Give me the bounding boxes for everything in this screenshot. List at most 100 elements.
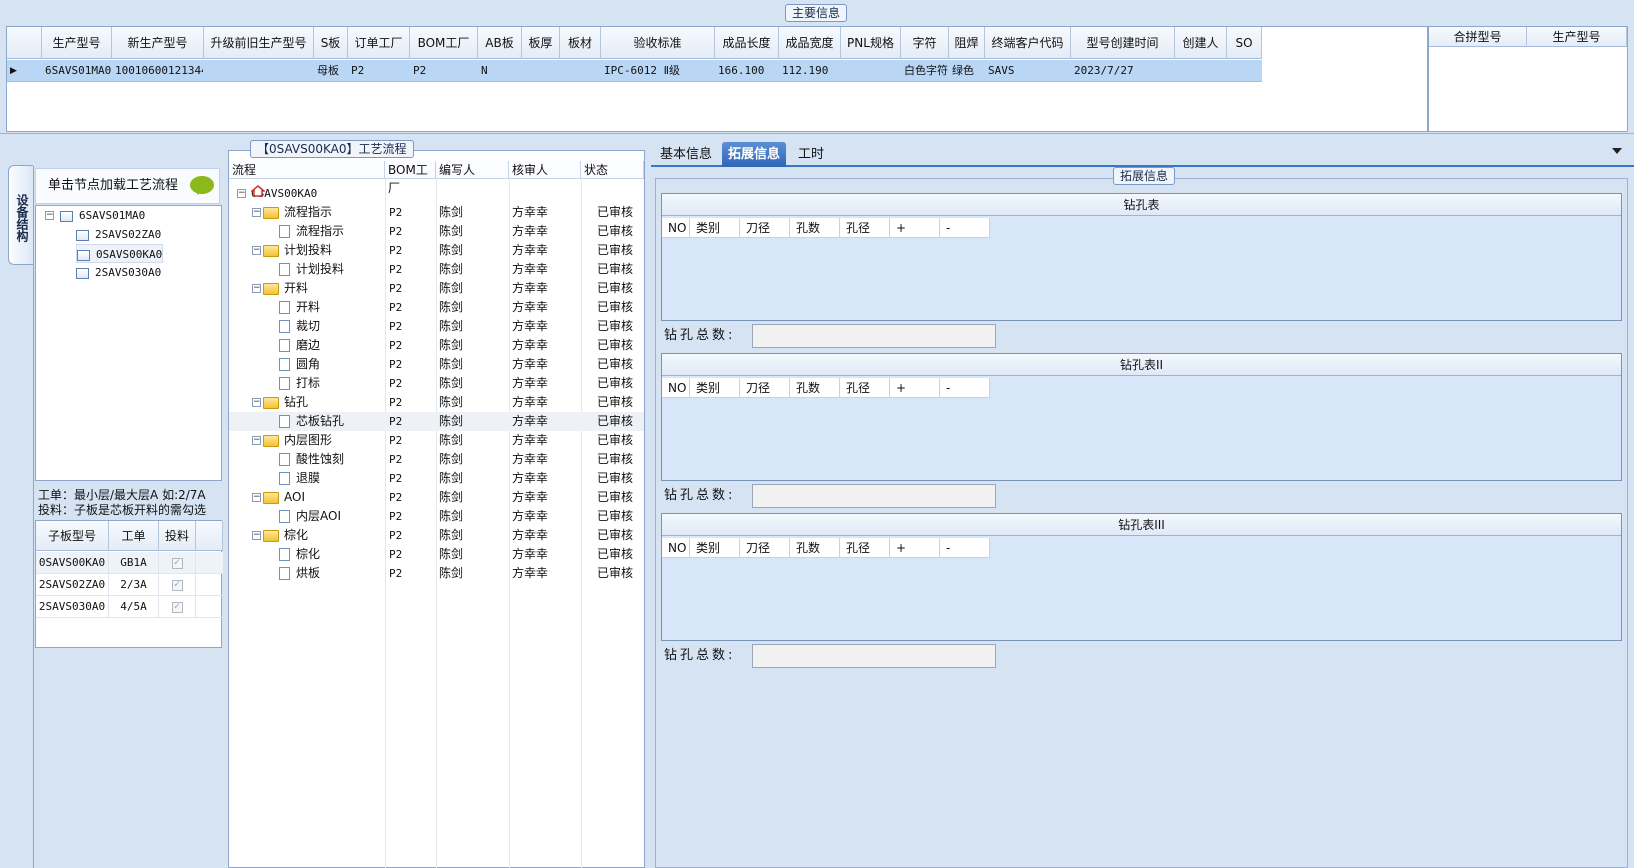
column-header[interactable]: 孔数: [790, 378, 840, 398]
grid-cell[interactable]: 112.190: [779, 60, 841, 82]
column-header[interactable]: 类别: [690, 538, 740, 558]
collapse-icon[interactable]: −: [237, 189, 246, 198]
column-header[interactable]: 孔数: [790, 218, 840, 238]
column-header[interactable]: 验收标准: [601, 27, 715, 59]
process-step-row[interactable]: 酸性蚀刻 P2 陈剑 方幸幸 已审核: [229, 450, 644, 469]
column-header[interactable]: BOM工厂: [385, 161, 436, 195]
column-header[interactable]: 订单工厂: [348, 27, 410, 59]
column-header[interactable]: NO: [662, 538, 690, 558]
collapse-icon[interactable]: −: [252, 493, 261, 502]
column-header[interactable]: 状态: [581, 161, 644, 179]
collapse-icon[interactable]: −: [252, 398, 261, 407]
sub-board-grid[interactable]: 子板型号 工单 投料 0SAVS00KA0 GB1A ✓ 2SAVS02ZA0 2/3A ✓ 2S…: [35, 520, 223, 648]
column-header[interactable]: 孔数: [790, 538, 840, 558]
column-header[interactable]: 孔径: [840, 378, 890, 398]
process-group-row[interactable]: − 棕化 P2 陈剑 方幸幸 已审核: [229, 526, 644, 545]
grid-cell[interactable]: [560, 60, 601, 82]
grid-cell[interactable]: 2023/7/27: [1071, 60, 1175, 82]
order-cell[interactable]: 4/5A: [109, 596, 159, 618]
process-step-row[interactable]: 打标 P2 陈剑 方幸幸 已审核: [229, 374, 644, 393]
sub-model-cell[interactable]: 0SAVS00KA0: [36, 552, 109, 574]
process-group-row[interactable]: − 流程指示 P2 陈剑 方幸幸 已审核: [229, 203, 644, 222]
process-group-row[interactable]: − 计划投料 P2 陈剑 方幸幸 已审核: [229, 241, 644, 260]
structure-tree[interactable]: − 6SAVS01MA0 2SAVS02ZA0 0SAVS00KA0 2SAVS030A…: [35, 205, 222, 481]
column-header[interactable]: 字符: [901, 27, 949, 59]
collapse-icon[interactable]: −: [252, 208, 261, 217]
column-header[interactable]: SO: [1227, 27, 1262, 59]
collapse-icon[interactable]: −: [45, 211, 54, 220]
grid-cell[interactable]: 166.100: [715, 60, 779, 82]
process-step-row[interactable]: 烘板 P2 陈剑 方幸幸 已审核: [229, 564, 644, 583]
column-header[interactable]: 终端客户代码: [985, 27, 1071, 59]
column-header[interactable]: 型号创建时间: [1071, 27, 1175, 59]
feed-checkbox[interactable]: ✓: [171, 601, 183, 613]
column-header[interactable]: 创建人: [1175, 27, 1227, 59]
process-step-row[interactable]: 棕化 P2 陈剑 方幸幸 已审核: [229, 545, 644, 564]
column-header[interactable]: 刀径: [740, 218, 790, 238]
tree-node-selected[interactable]: 0SAVS00KA0: [76, 244, 164, 263]
collapse-icon[interactable]: −: [252, 531, 261, 540]
feed-checkbox[interactable]: ✓: [171, 557, 183, 569]
process-group-row[interactable]: − 内层图形 P2 陈剑 方幸幸 已审核: [229, 431, 644, 450]
column-header[interactable]: 新生产型号: [112, 27, 204, 59]
process-step-row[interactable]: 圆角 P2 陈剑 方幸幸 已审核: [229, 355, 644, 374]
process-step-row[interactable]: 开料 P2 陈剑 方幸幸 已审核: [229, 298, 644, 317]
collapse-icon[interactable]: −: [252, 284, 261, 293]
column-header[interactable]: 流程: [229, 161, 385, 179]
column-header[interactable]: 升级前旧生产型号: [204, 27, 314, 59]
grid-cell[interactable]: [204, 60, 314, 82]
grid-cell[interactable]: 白色字符: [901, 60, 949, 82]
grid-cell[interactable]: [841, 60, 901, 82]
grid-cell[interactable]: [1175, 60, 1227, 82]
main-grid-row[interactable]: ▶ 6SAVS01MA0 10010600121344 母板 P2 P2 N IPC-6012…: [7, 60, 1262, 82]
column-header[interactable]: 刀径: [740, 378, 790, 398]
column-header[interactable]: 类别: [690, 218, 740, 238]
tree-root[interactable]: −0SAVS00KA0: [229, 184, 644, 203]
column-header[interactable]: BOM工厂: [410, 27, 478, 59]
tree-node[interactable]: 2SAVS030A0: [76, 263, 161, 282]
column-header[interactable]: 板材: [560, 27, 601, 59]
process-step-row[interactable]: 内层AOI P2 陈剑 方幸幸 已审核: [229, 507, 644, 526]
column-header[interactable]: 生产型号: [42, 27, 112, 59]
sub-model-cell[interactable]: 2SAVS02ZA0: [36, 574, 109, 596]
column-header[interactable]: 成品长度: [715, 27, 779, 59]
column-header[interactable]: 生产型号: [1527, 27, 1627, 47]
main-info-grid[interactable]: 生产型号 新生产型号 升级前旧生产型号 S板 订单工厂 BOM工厂 AB板 板厚 板材 验收标准成…: [6, 26, 1428, 132]
column-header[interactable]: +: [890, 218, 940, 238]
process-step-row[interactable]: 芯板钻孔 P2 陈剑 方幸幸 已审核: [229, 412, 644, 431]
column-header[interactable]: 成品宽度: [779, 27, 841, 59]
column-header[interactable]: PNL规格: [841, 27, 901, 59]
column-header[interactable]: 合拼型号: [1429, 27, 1527, 47]
column-header[interactable]: NO: [662, 378, 690, 398]
grid-cell[interactable]: P2: [348, 60, 410, 82]
column-header[interactable]: 孔径: [840, 538, 890, 558]
feed-checkbox-cell[interactable]: ✓: [159, 552, 196, 574]
column-header[interactable]: 投料: [159, 521, 196, 551]
merge-grid[interactable]: 合拼型号 生产型号: [1428, 26, 1628, 132]
column-header[interactable]: 核审人: [509, 161, 581, 179]
tab-hours[interactable]: 工时: [792, 142, 830, 167]
column-header[interactable]: -: [940, 218, 990, 238]
table-row[interactable]: 0SAVS00KA0 GB1A ✓: [36, 552, 223, 574]
column-header[interactable]: +: [890, 378, 940, 398]
column-header[interactable]: -: [940, 538, 990, 558]
column-header[interactable]: 刀径: [740, 538, 790, 558]
drill-table[interactable]: 钻孔表 NO 类别 刀径 孔数 孔径 + -: [661, 193, 1622, 321]
table-row[interactable]: 2SAVS02ZA0 2/3A ✓: [36, 574, 223, 596]
process-group-row[interactable]: − AOI P2 陈剑 方幸幸 已审核: [229, 488, 644, 507]
collapse-icon[interactable]: −: [252, 246, 261, 255]
feed-checkbox[interactable]: ✓: [171, 579, 183, 591]
process-step-row[interactable]: 流程指示 P2 陈剑 方幸幸 已审核: [229, 222, 644, 241]
tree-node[interactable]: 2SAVS02ZA0: [76, 225, 161, 244]
tab-extended[interactable]: 拓展信息: [722, 142, 787, 167]
table-row[interactable]: 2SAVS030A0 4/5A ✓: [36, 596, 223, 618]
process-step-row[interactable]: 裁切 P2 陈剑 方幸幸 已审核: [229, 317, 644, 336]
tab-device-structure[interactable]: 设备结构: [8, 165, 33, 265]
process-step-row[interactable]: 计划投料 P2 陈剑 方幸幸 已审核: [229, 260, 644, 279]
process-tree-grid[interactable]: 流程 BOM工厂 编写人 核审人 状态 −0SAVS00KA0− 流程指示 P2 陈剑 方幸幸已…: [228, 150, 645, 868]
grid-cell[interactable]: N: [478, 60, 522, 82]
tree-node[interactable]: 6SAVS01MA0: [60, 206, 145, 225]
process-step-row[interactable]: 退膜 P2 陈剑 方幸幸 已审核: [229, 469, 644, 488]
tab-basic[interactable]: 基本信息: [654, 142, 718, 167]
column-header[interactable]: 工单: [109, 521, 159, 551]
